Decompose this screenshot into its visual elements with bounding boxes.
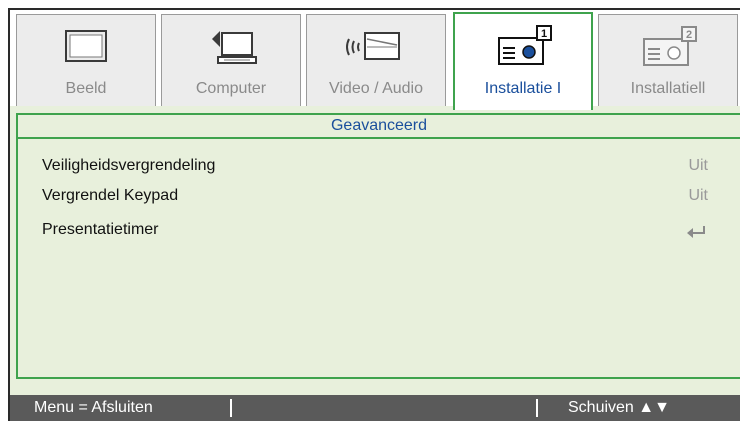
setting-value: Uit [688, 187, 708, 204]
svg-text:1: 1 [541, 28, 547, 40]
computer-icon [198, 25, 264, 76]
setting-presentatietimer[interactable]: Presentatietimer [42, 218, 720, 242]
tab-beeld[interactable]: Beeld [16, 14, 156, 106]
menu-exit-hint: Menu = Afsluiten [34, 399, 153, 416]
video-audio-icon [341, 25, 411, 76]
tab-installatie-ii[interactable]: 2 Installatiell [598, 14, 738, 106]
tab-label: Installatiell [630, 80, 706, 97]
monitor-icon [56, 25, 116, 76]
setting-veiligheidsvergrendeling[interactable]: Veiligheidsvergrendeling Uit [42, 154, 720, 178]
projector-1-icon: 1 [491, 24, 555, 77]
tab-label: Installatie I [484, 80, 562, 97]
setting-label: Presentatietimer [42, 221, 159, 238]
tab-label: Beeld [65, 80, 107, 97]
setting-label: Veiligheidsvergrendeling [42, 157, 216, 174]
tab-label: Video / Audio [328, 80, 423, 97]
tab-computer[interactable]: Computer [161, 14, 301, 106]
tab-label: Computer [195, 80, 267, 97]
enter-arrow-icon [686, 223, 708, 247]
settings-panel: Veiligheidsvergrendeling Uit Vergrendel … [16, 139, 740, 379]
tab-video-audio[interactable]: Video / Audio [306, 14, 446, 106]
status-bar: Menu = Afsluiten Schuiven ▲▼ [8, 395, 740, 421]
svg-text:2: 2 [686, 29, 692, 41]
status-divider [536, 399, 538, 417]
projector-2-icon: 2 [636, 25, 700, 78]
scroll-hint: Schuiven ▲▼ [568, 399, 670, 416]
setting-label: Vergrendel Keypad [42, 187, 179, 204]
status-divider [230, 399, 232, 417]
setting-vergrendel-keypad[interactable]: Vergrendel Keypad Uit [42, 184, 720, 208]
setting-value: Uit [688, 157, 708, 174]
tab-installatie-i[interactable]: 1 Installatie I [453, 12, 593, 110]
tab-bar: Beeld Computer Video / Audio 1 Installat… [8, 8, 740, 110]
section-title: Geavanceerd [16, 113, 740, 139]
